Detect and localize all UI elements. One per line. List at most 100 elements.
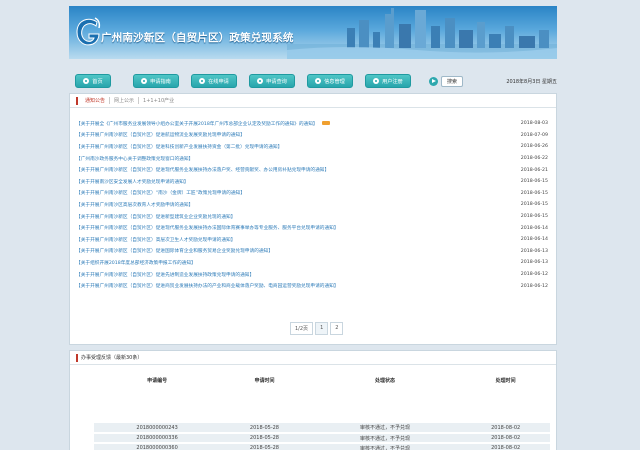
nav-register-button[interactable]: 用户注册 bbox=[365, 74, 411, 88]
tab-publicity[interactable]: 网上公示 bbox=[110, 97, 140, 104]
list-item[interactable]: 【广州南沙政务服务中心关于调整政策兑现窗口的通知】 2018-06-22 bbox=[70, 153, 556, 165]
status-cell: 审核不通过，不予兑现 bbox=[308, 433, 462, 444]
notice-title-wrap: 【关于开展广州南沙新区（自贸片区）高层次卫生人才奖励兑现申请的通知】 bbox=[76, 237, 235, 243]
table-row[interactable]: 2018000000243 2018-05-28 审核不通过，不予兑现 2018-08… bbox=[94, 423, 550, 434]
notice-list: 【关于开展全《广州市服务业发展领导小组办公室关于开展2018年广州市总部企业认定… bbox=[70, 108, 556, 292]
list-item[interactable]: 【关于开展广州南沙区高层次教育人才奖励申请的通知】 2018-06-15 bbox=[70, 199, 556, 211]
notice-title-wrap: 【广州南沙政务服务中心关于调整政策兑现窗口的通知】 bbox=[76, 156, 193, 162]
notice-title-link[interactable]: 【关于开展全《广州市服务业发展领导小组办公室关于开展2018年广州市总部企业认定… bbox=[76, 122, 318, 127]
notice-title-link[interactable]: 【关于开展广州南沙新区（自贸片区）促进国际体育企业和服务贸易企业奖励兑现申请的通… bbox=[76, 249, 273, 254]
search-button[interactable]: 搜索 bbox=[429, 75, 463, 87]
notice-title-wrap: 【关于开展全《广州市服务业发展领导小组办公室关于开展2018年广州市总部企业认定… bbox=[76, 121, 330, 127]
user-icon bbox=[373, 78, 380, 84]
site-title: 广州南沙新区（自贸片区）政策兑现系统 bbox=[101, 32, 294, 44]
page-info: 1/2页 bbox=[290, 322, 314, 335]
section-marker bbox=[76, 353, 78, 362]
logo-icon bbox=[76, 17, 101, 46]
table-header-row: 申请编号 申请时间 处理状态 处理时间 bbox=[94, 373, 550, 387]
notice-date: 2018-08-03 bbox=[520, 121, 548, 127]
notice-title-link[interactable]: 【关于开展广州南沙新区（自贸片区）促进新型建筑业企业奖励兑现的通知】 bbox=[76, 215, 235, 220]
notice-date: 2018-06-15 bbox=[520, 202, 548, 208]
nav-apply-button[interactable]: 在线申请 bbox=[191, 74, 237, 88]
nav-query-button[interactable]: 申请查询 bbox=[249, 74, 295, 88]
notice-title-link[interactable]: 【关于开展广州南沙新区（自贸片区）促进先进制造业发展扶持政策兑现申请的通知】 bbox=[76, 273, 254, 278]
notice-title-link[interactable]: 【关于开展广州南沙新区（自贸片区）促进科技创新产业发展扶持资金（第二批）兑现申请… bbox=[76, 145, 282, 150]
guide-icon bbox=[141, 78, 148, 84]
list-item[interactable]: 【关于开展广州南沙新区（自贸片区）促进现代服务业发展扶持办法落户奖、经营贡献奖、… bbox=[70, 164, 556, 176]
notice-title-wrap: 【关于开展广州南沙新区（自贸片区）促进商贸业发展扶持办法的产业和商业载体落户奖励… bbox=[76, 283, 339, 289]
list-item[interactable]: 【关于开展广州南沙新区（自贸片区）“南沙（金牌）工匠”政策兑现申请的通知】 201… bbox=[70, 188, 556, 200]
status-cell: 审核不通过，不予兑现 bbox=[308, 423, 462, 434]
pagination: 1/2页 1 2 bbox=[290, 322, 345, 335]
table-row[interactable]: 2018000000360 2018-05-28 审核不通过，不予兑现 2018-08… bbox=[94, 443, 550, 450]
list-item[interactable]: 【关于开展全《广州市服务业发展领导小组办公室关于开展2018年广州市总部企业认定… bbox=[70, 118, 556, 130]
header-banner: 广州南沙新区（自贸片区）政策兑现系统 bbox=[69, 6, 557, 59]
nav-info-button[interactable]: 信息管理 bbox=[307, 74, 353, 88]
notice-title-link[interactable]: 【关于开展广州南沙区高层次教育人才奖励申请的通知】 bbox=[76, 203, 193, 208]
apply-time-cell: 2018-05-28 bbox=[220, 423, 309, 434]
notice-title-wrap: 【关于组织开展2018年度总部经济政策申报工作的通知】 bbox=[76, 260, 196, 266]
apply-id-cell: 2018000000336 bbox=[94, 433, 221, 444]
progress-title: 办事受理反馈（最新30条） bbox=[81, 355, 143, 361]
notice-date: 2018-06-12 bbox=[520, 272, 548, 278]
list-item[interactable]: 【关于开展广州南沙新区（自贸片区）高层次卫生人才奖励兑现申请的通知】 2018-0… bbox=[70, 234, 556, 246]
notice-title-wrap: 【关于开展广州南沙新区（自贸片区）促进现代服务业发展扶持办法落户奖、经营贡献奖、… bbox=[76, 167, 329, 173]
list-item[interactable]: 【关于开展广州南沙新区（自贸片区）促进新型建筑业企业奖励兑现的通知】 2018-0… bbox=[70, 211, 556, 223]
notice-date: 2018-06-15 bbox=[520, 214, 548, 220]
notice-title-wrap: 【关于开展广州南沙区高层次教育人才奖励申请的通知】 bbox=[76, 202, 193, 208]
tab-industry[interactable]: 1+1+10产业 bbox=[139, 97, 178, 104]
notice-title-wrap: 【关于开展南沙区安全发展人才奖励兑现申请的通知】 bbox=[76, 179, 189, 185]
section-marker bbox=[76, 96, 78, 105]
apply-time-cell: 2018-05-28 bbox=[220, 433, 309, 444]
column-header: 申请时间 bbox=[254, 377, 275, 384]
tab-notice[interactable]: 通知公告 bbox=[81, 97, 111, 104]
column-header: 申请编号 bbox=[147, 377, 168, 384]
notice-title-link[interactable]: 【关于开展广州南沙新区（自贸片区）促进商贸业发展扶持办法的产业和商业载体落户奖励… bbox=[76, 284, 339, 289]
search-label: 搜索 bbox=[441, 75, 463, 87]
list-item[interactable]: 【关于开展广州南沙新区（自贸片区）促进航运物流业发展奖励兑现申请的通知】 2018… bbox=[70, 130, 556, 142]
notice-date: 2018-06-14 bbox=[520, 225, 548, 231]
notice-title-link[interactable]: 【关于开展广州南沙新区（自贸片区）促进现代服务业发展扶持办法落户奖、经营贡献奖、… bbox=[76, 168, 329, 173]
notice-panel: 通知公告 网上公示 1+1+10产业 【关于开展全《广州市服务业发展领导小组办公… bbox=[69, 93, 557, 345]
handle-time-cell: 2018-08-02 bbox=[461, 443, 550, 450]
notice-title-link[interactable]: 【广州南沙政务服务中心关于调整政策兑现窗口的通知】 bbox=[76, 157, 193, 162]
list-item[interactable]: 【关于开展广州南沙新区（自贸片区）促进商贸业发展扶持办法的产业和商业载体落户奖励… bbox=[70, 280, 556, 292]
table-spacer bbox=[94, 387, 550, 423]
notice-title-link[interactable]: 【关于组织开展2018年度总部经济政策申报工作的通知】 bbox=[76, 261, 196, 266]
notice-title-wrap: 【关于开展广州南沙新区（自贸片区）促进航运物流业发展奖励兑现申请的通知】 bbox=[76, 132, 245, 138]
handle-time-cell: 2018-08-02 bbox=[461, 433, 550, 444]
query-icon bbox=[257, 78, 264, 84]
notice-title-link[interactable]: 【关于开展广州南沙新区（自贸片区）高层次卫生人才奖励兑现申请的通知】 bbox=[76, 238, 235, 243]
nav-label: 在线申请 bbox=[208, 78, 229, 85]
notice-title-link[interactable]: 【关于开展广州南沙新区（自贸片区）促进现代服务业发展扶持办法国际体育赛事举办等专… bbox=[76, 226, 339, 231]
nav-label: 申请查询 bbox=[266, 78, 287, 85]
nav-guide-button[interactable]: 申请指南 bbox=[133, 74, 179, 88]
list-item[interactable]: 【关于开展广州南沙新区（自贸片区）促进国际体育企业和服务贸易企业奖励兑现申请的通… bbox=[70, 246, 556, 258]
play-icon bbox=[429, 76, 438, 86]
list-item[interactable]: 【关于开展南沙区安全发展人才奖励兑现申请的通知】 2018-06-15 bbox=[70, 176, 556, 188]
notice-date: 2018-06-15 bbox=[520, 190, 548, 196]
notice-date: 2018-07-09 bbox=[520, 132, 548, 138]
apply-time-cell: 2018-05-28 bbox=[220, 443, 309, 450]
page-2-button[interactable]: 2 bbox=[330, 322, 344, 335]
notice-title-link[interactable]: 【关于开展南沙区安全发展人才奖励兑现申请的通知】 bbox=[76, 180, 189, 185]
nav-home-button[interactable]: 首页 bbox=[75, 74, 111, 88]
list-item[interactable]: 【关于开展广州南沙新区（自贸片区）促进先进制造业发展扶持政策兑现申请的通知】 20… bbox=[70, 269, 556, 281]
notice-date: 2018-06-15 bbox=[520, 179, 548, 185]
column-header: 处理时间 bbox=[495, 377, 516, 384]
notice-title-wrap: 【关于开展广州南沙新区（自贸片区）促进先进制造业发展扶持政策兑现申请的通知】 bbox=[76, 272, 254, 278]
notice-title-link[interactable]: 【关于开展广州南沙新区（自贸片区）“南沙（金牌）工匠”政策兑现申请的通知】 bbox=[76, 191, 245, 196]
list-item[interactable]: 【关于组织开展2018年度总部经济政策申报工作的通知】 2018-06-13 bbox=[70, 257, 556, 269]
apply-id-cell: 2018000000243 bbox=[94, 423, 221, 434]
progress-panel: 办事受理反馈（最新30条） 申请编号 申请时间 处理状态 处理时间 201800… bbox=[69, 350, 557, 450]
page-1-button[interactable]: 1 bbox=[315, 322, 329, 335]
notice-title-wrap: 【关于开展广州南沙新区（自贸片区）促进科技创新产业发展扶持资金（第二批）兑现申请… bbox=[76, 144, 282, 150]
notice-title-wrap: 【关于开展广州南沙新区（自贸片区）促进国际体育企业和服务贸易企业奖励兑现申请的通… bbox=[76, 248, 273, 254]
list-item[interactable]: 【关于开展广州南沙新区（自贸片区）促进科技创新产业发展扶持资金（第二批）兑现申请… bbox=[70, 141, 556, 153]
info-icon bbox=[315, 78, 322, 84]
table-row[interactable]: 2018000000336 2018-05-28 审核不通过，不予兑现 2018-08… bbox=[94, 433, 550, 444]
list-item[interactable]: 【关于开展广州南沙新区（自贸片区）促进现代服务业发展扶持办法国际体育赛事举办等专… bbox=[70, 222, 556, 234]
notice-date: 2018-06-26 bbox=[520, 144, 548, 150]
new-badge-icon bbox=[321, 121, 330, 126]
notice-title-link[interactable]: 【关于开展广州南沙新区（自贸片区）促进航运物流业发展奖励兑现申请的通知】 bbox=[76, 133, 245, 138]
